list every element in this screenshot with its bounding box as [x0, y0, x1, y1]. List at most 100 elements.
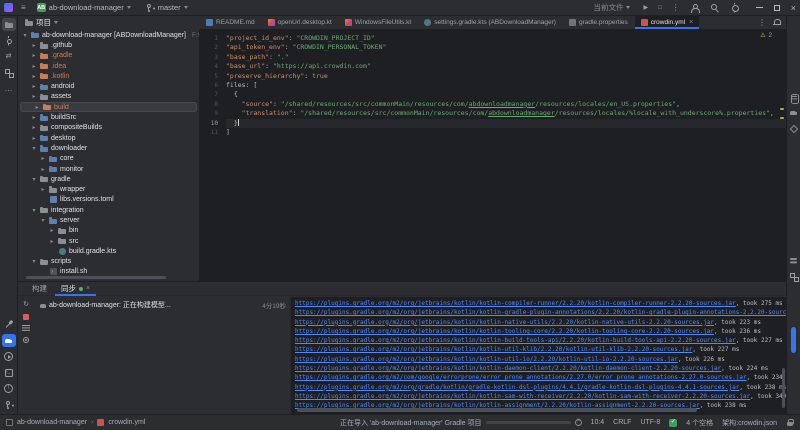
bookmarks-tool-button[interactable]: [788, 270, 800, 282]
main-menu-icon[interactable]: ≡: [21, 3, 26, 13]
breadcrumb-file[interactable]: crowdin.yml: [108, 419, 145, 426]
tree-arrow-icon[interactable]: ▾: [40, 217, 46, 224]
database-tool-button[interactable]: [788, 92, 800, 104]
tree-arrow-icon[interactable]: ▸: [31, 42, 37, 49]
tab-close-icon[interactable]: ×: [689, 19, 693, 26]
tree-arrow-icon[interactable]: ▸: [31, 63, 37, 70]
tree-arrow-icon[interactable]: ▸: [31, 124, 37, 131]
console-link[interactable]: https://plugins.gradle.org/m2/org/gradle…: [295, 384, 739, 391]
filter-icon[interactable]: [22, 324, 30, 332]
tree-item[interactable]: ▸compositeBuilds: [18, 123, 199, 133]
search-everywhere-icon[interactable]: [710, 3, 720, 13]
console-horizontal-scrollbar[interactable]: [297, 408, 697, 412]
tree-arrow-icon[interactable]: ▾: [31, 258, 37, 265]
tree-arrow-icon[interactable]: ▸: [49, 227, 55, 234]
console-link[interactable]: https://plugins.gradle.org/m2/org/jetbra…: [295, 300, 736, 307]
tree-arrow-icon[interactable]: ▾: [31, 207, 37, 214]
editor-tab[interactable]: crowdin.yml×: [635, 16, 700, 29]
settings-gear-icon[interactable]: [730, 3, 740, 13]
editor-tab[interactable]: settings.gradle.kts (ABDownloadManager): [418, 16, 563, 29]
tree-arrow-icon[interactable]: ▸: [31, 73, 37, 80]
editor-tab[interactable]: gradle.properties: [563, 16, 635, 29]
tree-arrow-icon[interactable]: ▸: [31, 114, 37, 121]
tree-item[interactable]: ▸build: [20, 102, 197, 112]
console-link[interactable]: https://plugins.gradle.org/m2/org/jetbra…: [295, 346, 692, 353]
tree-arrow-icon[interactable]: ▾: [31, 176, 37, 183]
tree-item[interactable]: ▸core: [18, 154, 199, 164]
problems-tool-button[interactable]: [2, 382, 16, 395]
sync-status-row[interactable]: ab-download-manager: 正在构建模型... 4分19秒: [38, 300, 286, 310]
branch-widget[interactable]: master: [142, 2, 191, 14]
console-link[interactable]: https://plugins.gradle.org/m2/org/jetbra…: [295, 309, 786, 316]
close-button[interactable]: ×: [791, 5, 796, 11]
tree-item[interactable]: ▸.idea: [18, 61, 199, 71]
panel-tab[interactable]: 同步×: [55, 282, 96, 296]
tree-item[interactable]: ▸assets: [18, 92, 199, 102]
tree-arrow-icon[interactable]: ▸: [40, 186, 46, 193]
schema-widget[interactable]: 架构:crowdin.json: [722, 418, 777, 428]
tree-root-item[interactable]: ▾ ab-download-manager [ABDownloadManager…: [18, 30, 199, 40]
maximize-button[interactable]: [774, 5, 780, 11]
tree-arrow-icon[interactable]: ▸: [31, 52, 37, 59]
tree-item[interactable]: ▸buildSrc: [18, 112, 199, 122]
project-widget[interactable]: AB ab-download-manager: [34, 2, 134, 13]
layers-tool-button[interactable]: [788, 255, 800, 267]
tree-item[interactable]: ▸.kotlin: [18, 71, 199, 81]
tree-arrow-icon[interactable]: ▸: [49, 238, 55, 245]
inspections-status-icon[interactable]: [669, 419, 677, 427]
tree-item[interactable]: ▸.github: [18, 40, 199, 50]
console-link[interactable]: https://plugins.gradle.org/m2/org/jetbra…: [295, 393, 750, 400]
project-panel-header[interactable]: 项目: [18, 16, 200, 30]
editor-tab[interactable]: WindowsFileUtils.kt: [339, 16, 418, 29]
console-link[interactable]: https://plugins.gradle.org/m2/com/google…: [295, 374, 747, 381]
notifications-bell-icon[interactable]: [772, 18, 782, 28]
console-link[interactable]: https://plugins.gradle.org/m2/org/jetbra…: [295, 365, 721, 372]
user-account-icon[interactable]: [690, 3, 700, 13]
build-tool-button[interactable]: [2, 318, 16, 331]
tree-arrow-icon[interactable]: ▸: [34, 104, 40, 111]
tree-item[interactable]: ▾downloader: [18, 143, 199, 153]
editor-tab[interactable]: openUrl.desktop.kt: [262, 16, 339, 29]
show-options-icon[interactable]: [22, 336, 30, 344]
tree-item[interactable]: ▸.gradle: [18, 51, 199, 61]
tree-item[interactable]: ▾integration: [18, 205, 199, 215]
code-editor[interactable]: 1234567891011 "project_id_env": "CROWDIN…: [200, 30, 786, 281]
panel-tab[interactable]: 构建: [26, 282, 53, 296]
tree-arrow-icon[interactable]: ▾: [22, 32, 28, 39]
tree-arrow-icon[interactable]: ▸: [40, 166, 46, 173]
caret-position-widget[interactable]: 10:4: [591, 419, 605, 426]
console-link[interactable]: https://plugins.gradle.org/m2/org/jetbra…: [295, 337, 736, 344]
editor-tab[interactable]: README.md: [200, 16, 262, 29]
terminal-tool-button[interactable]: [2, 366, 16, 379]
sync-console[interactable]: https://plugins.gradle.org/m2/org/jetbra…: [290, 297, 786, 414]
tree-horizontal-scrollbar[interactable]: [26, 276, 166, 279]
stop-icon[interactable]: [23, 314, 29, 320]
readonly-lock-icon[interactable]: [786, 418, 794, 427]
encoding-widget[interactable]: UTF-8: [640, 419, 660, 426]
tree-arrow-icon[interactable]: ▸: [31, 93, 37, 100]
tree-arrow-icon[interactable]: ▸: [31, 83, 37, 90]
tree-item[interactable]: ▸wrapper: [18, 184, 199, 194]
more-actions-icon[interactable]: ⋮: [672, 3, 680, 13]
tree-item[interactable]: ▸src: [18, 236, 199, 246]
indent-widget[interactable]: 4 个空格: [686, 418, 713, 428]
maven-tool-button[interactable]: [788, 122, 800, 134]
stop-button[interactable]: □: [658, 3, 662, 13]
minimize-button[interactable]: [756, 7, 763, 8]
console-vertical-scrollbar[interactable]: [782, 368, 785, 408]
tree-arrow-icon[interactable]: ▸: [31, 135, 37, 142]
more-tool-windows-button[interactable]: …: [2, 82, 16, 95]
inspections-widget[interactable]: ⚠ 2: [760, 32, 772, 39]
tab-options-icon[interactable]: ⋮: [758, 18, 766, 28]
git-tool-button[interactable]: [2, 398, 16, 411]
tree-arrow-icon[interactable]: ▸: [40, 155, 46, 162]
gradle-right-tool-button[interactable]: [788, 107, 800, 119]
tree-item[interactable]: ▾scripts: [18, 257, 199, 267]
run-button[interactable]: ▶: [643, 3, 648, 13]
breadcrumb-project[interactable]: ab-download-manager: [17, 419, 87, 426]
tree-item[interactable]: libs.versions.toml: [18, 195, 199, 205]
tree-item[interactable]: build.gradle.kts: [18, 246, 199, 256]
tree-item[interactable]: ▾gradle: [18, 174, 199, 184]
code-link[interactable]: abdownloadmanager: [469, 100, 536, 108]
code-link[interactable]: abdownloadmanager: [488, 109, 555, 117]
